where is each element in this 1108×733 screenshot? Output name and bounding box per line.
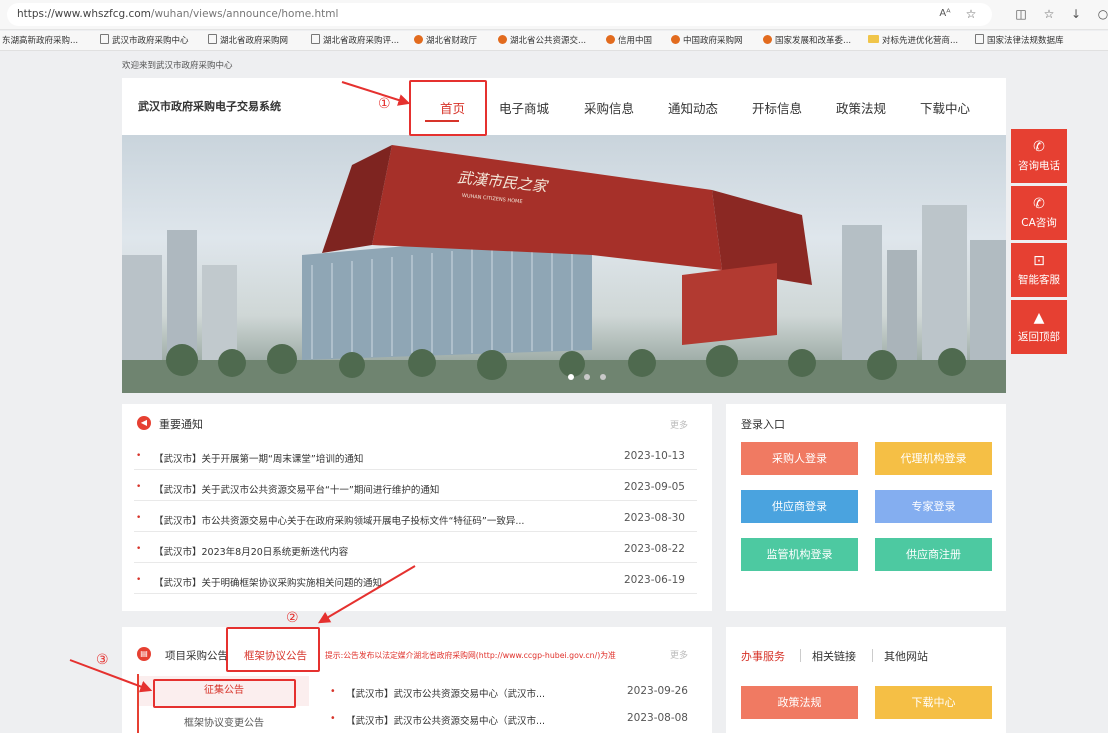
annotation-arrow [341, 81, 411, 106]
annotation-arrow [69, 659, 153, 693]
annotation-arrow [317, 565, 416, 624]
annotation-arrows [69, 81, 416, 693]
